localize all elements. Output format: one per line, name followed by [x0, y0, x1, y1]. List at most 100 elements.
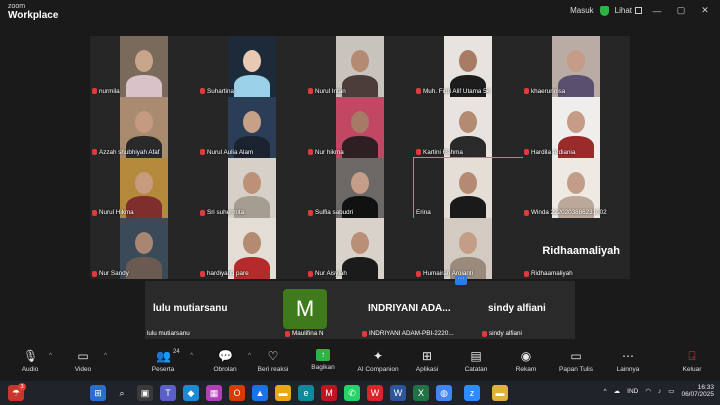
minimize-icon[interactable]: — [648, 6, 666, 16]
start-icon[interactable]: ⊞ [90, 385, 106, 401]
participant-display-name: lulu mutiarsanu [153, 303, 228, 314]
participant-tile[interactable]: Nur Aisyiah [306, 218, 414, 279]
participant-tile[interactable]: Hardila Ardiania [522, 96, 630, 158]
participant-tile[interactable]: Humairah Argianti [414, 218, 522, 279]
participant-tile[interactable]: Nurul Hikma [90, 157, 198, 219]
participant-name-text: Nur Aisyiah [315, 270, 347, 277]
participant-tile[interactable]: Muh. Fidri Alif Utama 54 [414, 36, 522, 97]
language-indicator[interactable]: IND [627, 388, 638, 395]
participant-tile[interactable]: Nurul Aulia Alam [198, 96, 306, 158]
participant-name-text: Kartini Rahma [423, 148, 463, 156]
copilot-icon[interactable]: ◆ [183, 385, 199, 401]
ai-companion-button[interactable]: ✦ AI Companion [350, 347, 406, 379]
strip-tile[interactable]: INDRIYANI ADA... INDRIYANI ADAM-PBI-2220… [360, 281, 480, 339]
chrome-icon[interactable]: ◍ [436, 385, 452, 401]
close-icon[interactable]: ✕ [696, 5, 714, 16]
chevron-up-icon[interactable]: ^ [604, 388, 607, 395]
participant-display-name: sindy alfiani [488, 303, 546, 314]
apps-button[interactable]: ⊞ Aplikasi [399, 347, 455, 379]
leave-button[interactable]: ⍈ Keluar [664, 347, 720, 379]
participant-tile[interactable]: Ridhaamaliyah Ridhaamaliyah [522, 218, 630, 279]
photos-icon[interactable]: ▲ [252, 385, 268, 401]
participant-name: Nurul Aulia Alam [200, 149, 253, 156]
whiteboard-button[interactable]: ▭ Papan Tulis [548, 347, 604, 379]
title-bar-controls: Masuk Lihat — ▢ ✕ [570, 5, 714, 16]
participant-display-name: INDRIYANI ADA... [368, 303, 451, 314]
whatsapp-icon[interactable]: ✆ [344, 385, 360, 401]
spreadsheet-icon[interactable]: X [413, 385, 429, 401]
participants-button[interactable]: 👥 24 Peserta ^ [135, 347, 193, 379]
video-button[interactable]: ▭ Video ^ [55, 347, 111, 379]
wps-icon[interactable]: W [367, 385, 383, 401]
strip-tile[interactable]: lulu mutiarsanu lulu mutiarsanu [145, 281, 280, 339]
participant-name-text: khaerunnisa [531, 87, 566, 95]
mic-off-icon [200, 270, 205, 277]
office-icon[interactable]: O [229, 385, 245, 401]
participant-tile[interactable]: Suhartina [198, 36, 306, 97]
participant-tile[interactable]: hardiyanti pare [198, 218, 306, 279]
participant-name: sindy alfiani [482, 330, 522, 337]
antivirus-icon[interactable]: M [321, 385, 337, 401]
video-gallery: nurmila Suhartina Nurul Intan Muh. Fidri Al… [90, 36, 630, 279]
chevron-up-icon[interactable]: ^ [190, 353, 193, 359]
sign-in-link[interactable]: Masuk [570, 6, 594, 15]
task-view-icon[interactable]: ▣ [137, 385, 153, 401]
folder-icon[interactable]: ▬ [275, 385, 291, 401]
participant-tile[interactable]: Kartini Rahma [414, 96, 522, 158]
participant-name-text: Ridhaamaliyah [531, 270, 573, 277]
maximize-icon[interactable]: ▢ [672, 5, 690, 16]
participant-tile[interactable]: Nur hikma [306, 96, 414, 158]
whiteboard-icon: ▭ [570, 349, 582, 363]
strip-tile[interactable]: sindy alfiani sindy alfiani [480, 281, 575, 339]
participant-tile[interactable]: Nurul Intan [306, 36, 414, 97]
participant-tile[interactable]: khaerunnisa [522, 36, 630, 97]
reactions-button[interactable]: ♡ Beri reaksi [245, 347, 301, 379]
chevron-up-icon[interactable]: ^ [49, 353, 52, 359]
avatar: M [283, 289, 327, 329]
brand-small: zoom [8, 3, 26, 10]
search-icon[interactable]: ⌕ [114, 385, 130, 401]
record-button[interactable]: ◉ Rekam [498, 347, 554, 379]
battery-icon[interactable]: ▭ [668, 387, 674, 395]
participant-tile[interactable]: nurmila [90, 36, 198, 97]
wifi-icon[interactable]: ◠ [645, 387, 651, 395]
shield-icon[interactable] [599, 5, 609, 16]
participant-name: Azzah shubhiyah Afaf [92, 149, 160, 156]
word-icon[interactable]: W [390, 385, 406, 401]
participant-tile[interactable]: Nur Sandy [90, 218, 198, 279]
store-icon[interactable]: ▦ [206, 385, 222, 401]
teams-icon[interactable]: T [160, 385, 176, 401]
participant-tile[interactable]: Sulfia sabudri [306, 157, 414, 219]
view-button[interactable]: Lihat [615, 6, 642, 15]
chevron-up-icon[interactable]: ^ [104, 353, 107, 359]
clock[interactable]: 16:33 06/07/2025 [681, 384, 714, 399]
audio-button[interactable]: 🎙 Audio ^ [2, 347, 58, 379]
participant-name-text: Sulfia sabudri [315, 209, 354, 217]
mic-off-icon [482, 330, 487, 337]
notes-button[interactable]: ▤ Catatan [448, 347, 504, 379]
zoom-taskbar-icon[interactable]: z [464, 385, 480, 401]
share-button[interactable]: ↑ Bagikan [295, 347, 351, 379]
speaker-icon[interactable]: ♪ [658, 388, 661, 395]
participant-tile[interactable]: Sri suhermita [198, 157, 306, 219]
brand-name: Workplace [8, 10, 59, 21]
participant-name-text: Winda 2220203886231002 [531, 209, 607, 217]
participant-name-text: hardiyanti pare [207, 270, 249, 277]
more-button[interactable]: ⋯ Lainnya [600, 347, 656, 379]
mic-off-icon [200, 149, 205, 155]
mic-off-icon [308, 149, 313, 155]
participant-name: Nur hikma [308, 149, 344, 156]
zoom-logo: zoom Workplace [8, 3, 58, 21]
mic-off-icon [362, 330, 367, 337]
participant-tile[interactable]: Winda 2220203886231002 [522, 157, 630, 219]
explorer-icon[interactable]: ▬ [492, 385, 508, 401]
sparkle-icon: ✦ [372, 349, 384, 363]
participant-name: Nurul Intan [308, 88, 346, 95]
mic-off-icon [416, 270, 421, 277]
participant-tile[interactable]: Erina [413, 156, 523, 220]
edge-icon[interactable]: e [298, 385, 314, 401]
strip-tile[interactable]: M Maulifina N [283, 281, 353, 339]
participant-tile[interactable]: Azzah shubhiyah Afaf [90, 96, 198, 158]
meeting-toolbar: 🎙 Audio ^ ▭ Video ^ 👥 24 Peserta ^ 💬 Obr… [0, 345, 720, 381]
cloud-icon[interactable]: ☁ [614, 387, 621, 395]
